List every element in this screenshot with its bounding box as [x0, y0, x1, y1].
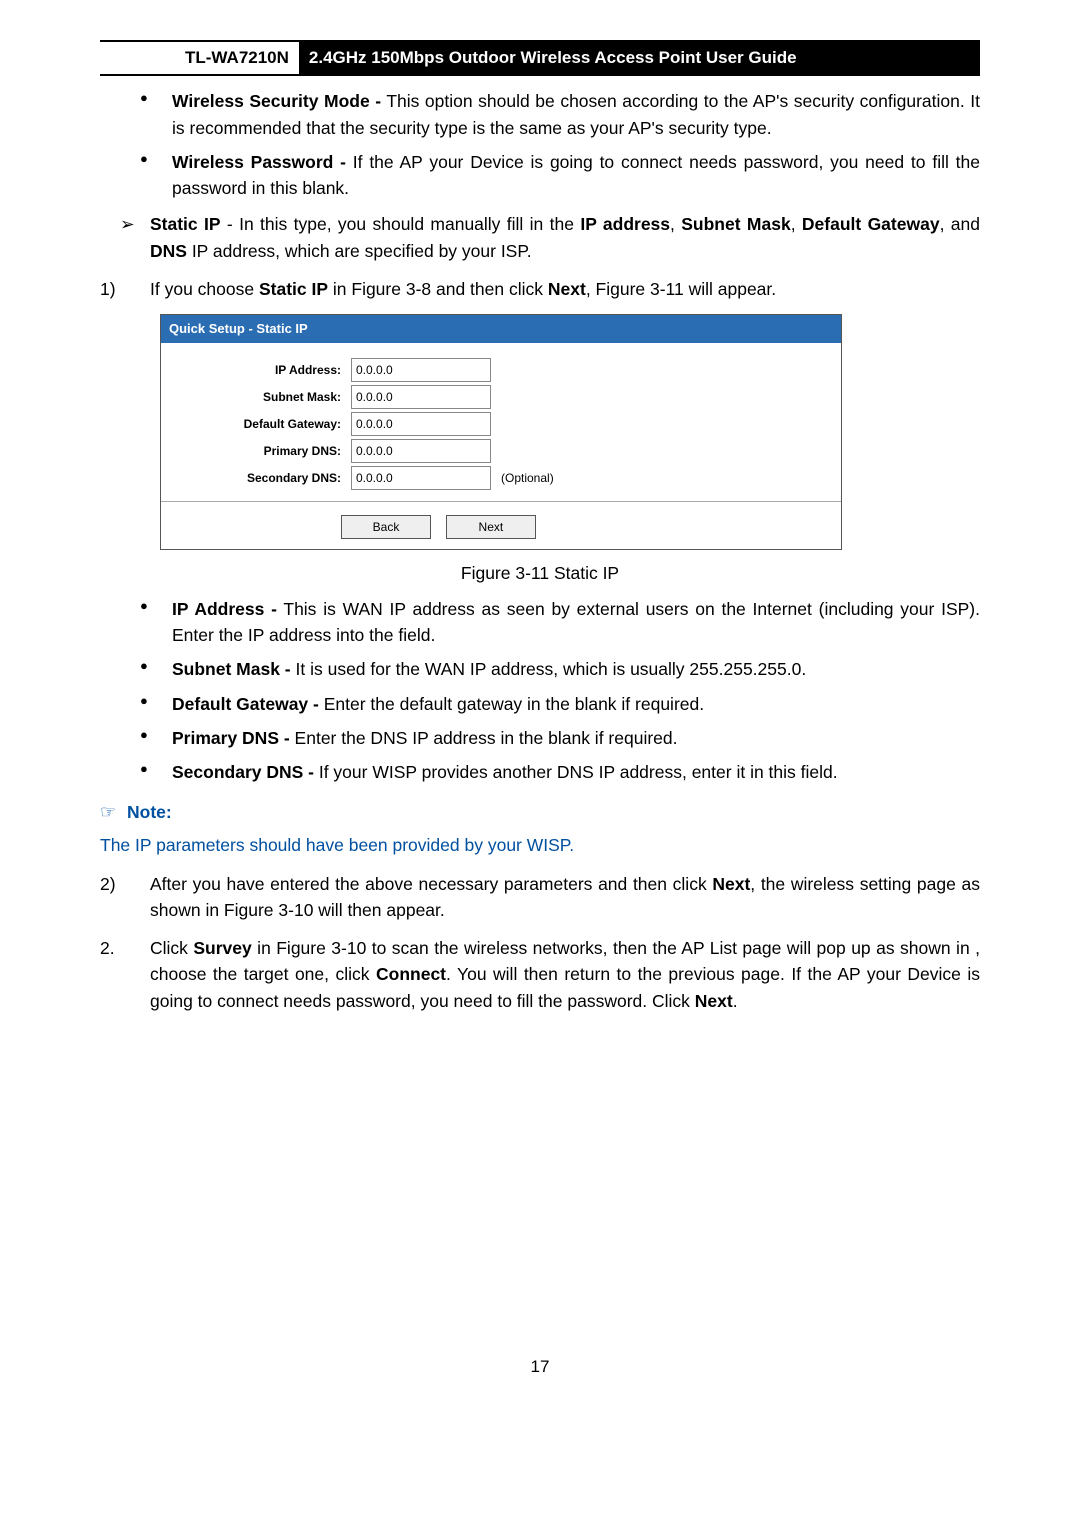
default-gateway-input[interactable] [351, 412, 491, 436]
note-icon: ☞ [100, 802, 116, 822]
bullet-list-1: Wireless Security Mode - This option sho… [100, 88, 980, 201]
marker: 1) [100, 276, 140, 302]
ip-address-input[interactable] [351, 358, 491, 382]
list-item: Wireless Password - If the AP your Devic… [140, 149, 980, 202]
page-header: TL-WA7210N 2.4GHz 150Mbps Outdoor Wirele… [100, 40, 980, 76]
form-row-subnet: Subnet Mask: [171, 385, 831, 409]
list-item: Wireless Security Mode - This option sho… [140, 88, 980, 141]
list-item: Primary DNS - Enter the DNS IP address i… [140, 725, 980, 751]
form-label: IP Address: [171, 361, 341, 379]
secondary-dns-input[interactable] [351, 466, 491, 490]
arrow-list: Static IP - In this type, you should man… [100, 211, 980, 264]
list-item: Static IP - In this type, you should man… [120, 211, 980, 264]
form-label: Default Gateway: [171, 415, 341, 433]
subnet-mask-input[interactable] [351, 385, 491, 409]
form-row-ip: IP Address: [171, 358, 831, 382]
form-label: Primary DNS: [171, 442, 341, 460]
note-heading: ☞ Note: [100, 799, 980, 826]
primary-dns-input[interactable] [351, 439, 491, 463]
form-row-primary-dns: Primary DNS: [171, 439, 831, 463]
list-item: Subnet Mask - It is used for the WAN IP … [140, 656, 980, 682]
list-item: 2. Click Survey in Figure 3-10 to scan t… [100, 935, 980, 1014]
marker: 2. [100, 935, 140, 961]
list-item: 2) After you have entered the above nece… [100, 871, 980, 924]
figure-caption: Figure 3-11 Static IP [100, 560, 980, 586]
form-label: Subnet Mask: [171, 388, 341, 406]
note-label: Note: [127, 802, 172, 822]
list-item: IP Address - This is WAN IP address as s… [140, 596, 980, 649]
optional-label: (Optional) [501, 469, 554, 487]
header-title: 2.4GHz 150Mbps Outdoor Wireless Access P… [299, 42, 980, 74]
list-item: Default Gateway - Enter the default gate… [140, 691, 980, 717]
header-model: TL-WA7210N [175, 42, 299, 74]
back-button[interactable]: Back [341, 515, 431, 539]
next-button[interactable]: Next [446, 515, 536, 539]
numbered-list-2: 2) After you have entered the above nece… [100, 871, 980, 924]
figure-title-bar: Quick Setup - Static IP [161, 315, 841, 343]
numbered-list-1: 1) If you choose Static IP in Figure 3-8… [100, 276, 980, 302]
bullet-list-2: IP Address - This is WAN IP address as s… [100, 596, 980, 786]
note-text: The IP parameters should have been provi… [100, 832, 980, 858]
list-item: Secondary DNS - If your WISP provides an… [140, 759, 980, 785]
list-item: 1) If you choose Static IP in Figure 3-8… [100, 276, 980, 302]
form-row-secondary-dns: Secondary DNS: (Optional) [171, 466, 831, 490]
form-label: Secondary DNS: [171, 469, 341, 487]
form-row-gateway: Default Gateway: [171, 412, 831, 436]
marker: 2) [100, 871, 140, 897]
page-number: 17 [100, 1354, 980, 1380]
static-ip-figure: Quick Setup - Static IP IP Address: Subn… [160, 314, 842, 550]
numbered-list-3: 2. Click Survey in Figure 3-10 to scan t… [100, 935, 980, 1014]
